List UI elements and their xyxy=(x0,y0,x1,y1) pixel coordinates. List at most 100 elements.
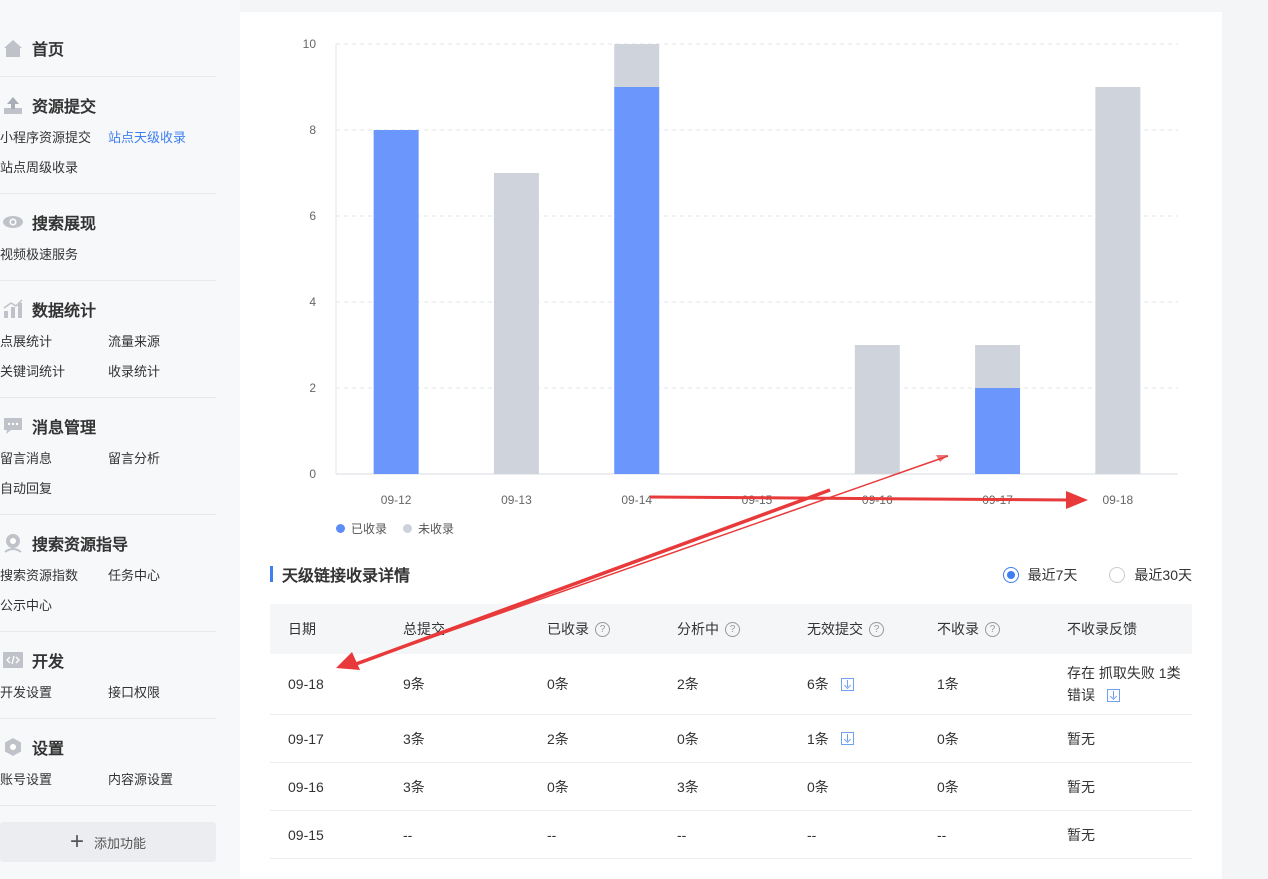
code-icon xyxy=(2,650,24,670)
column-header: 不收录反馈 xyxy=(1049,618,1192,640)
range-option-label: 最近30天 xyxy=(1134,567,1192,583)
help-icon[interactable]: ? xyxy=(869,621,884,637)
sidebar-link[interactable]: 公示中心 xyxy=(0,597,108,627)
sidebar-section-title[interactable]: 资源提交 xyxy=(0,93,216,117)
radio-circle[interactable] xyxy=(1002,567,1019,583)
sidebar-link[interactable]: 小程序资源提交 xyxy=(0,129,108,159)
column-header: 无效提交? xyxy=(789,619,919,639)
table-cell-indexed: 0条 xyxy=(529,777,659,797)
sidebar-link[interactable]: 留言分析 xyxy=(108,450,216,480)
cell-value: 1条 xyxy=(807,730,829,747)
sidebar-section-label: 首页 xyxy=(32,42,65,59)
sidebar-section-title[interactable]: 搜索展现 xyxy=(0,210,216,234)
column-header: 日期 xyxy=(270,619,385,639)
cell-value: 3条 xyxy=(677,778,699,795)
sidebar-links: 点展统计 流量来源 关键词统计 收录统计 xyxy=(0,333,216,393)
table-cell-total: 9条 xyxy=(385,674,529,694)
table-cell-analyzing: 2条 xyxy=(659,674,789,694)
bar-未收录 xyxy=(975,345,1021,388)
column-header-label: 总提交 xyxy=(403,621,445,637)
inclusion-chart: 0 2 4 6 8 10 09-12 09-13 09-14 09-15 09-16 09-17 09-… xyxy=(303,37,1178,507)
legend-item[interactable]: 已收录 xyxy=(336,520,387,537)
column-header-label: 已收录 xyxy=(547,621,589,637)
range-option-0[interactable]: 最近7天 xyxy=(1002,565,1078,585)
cell-value: 2条 xyxy=(677,676,699,692)
sidebar-section-title[interactable]: 消息管理 xyxy=(0,414,216,438)
main-panel: 0 2 4 6 8 10 09-12 09-13 09-14 09-15 09-16 09-17 09-… xyxy=(240,12,1222,879)
radio-circle[interactable] xyxy=(1109,567,1126,583)
help-icon[interactable]: ? xyxy=(725,621,740,637)
sidebar-link[interactable]: 留言消息 xyxy=(0,450,108,480)
y-tick-label: 4 xyxy=(309,295,316,309)
legend-item[interactable]: 未收录 xyxy=(403,520,454,537)
section-title: 天级链接收录详情 xyxy=(270,565,411,585)
sidebar-link[interactable]: 关键词统计 xyxy=(0,363,108,393)
bar-未收录 xyxy=(854,345,900,474)
cell-value: -- xyxy=(807,826,817,843)
sidebar-section-label: 搜索资源指导 xyxy=(32,537,129,554)
table-header: 日期 总提交 已收录? 分析中? 无效提交? 不收录? 不收录反馈 xyxy=(270,604,1192,654)
table-cell-total: -- xyxy=(385,827,529,843)
add-feature-button[interactable]: + 添加功能 xyxy=(0,822,216,862)
sidebar-section-title[interactable]: 设置 xyxy=(0,735,216,759)
y-tick-label: 6 xyxy=(309,209,316,223)
download-icon[interactable] xyxy=(1107,689,1120,702)
sidebar-section-6: 开发开发设置 接口权限 xyxy=(0,648,216,714)
sidebar-link[interactable]: 开发设置 xyxy=(0,684,108,714)
column-header-label: 日期 xyxy=(288,621,316,637)
sidebar-link[interactable]: 点展统计 xyxy=(0,333,108,363)
upload-icon xyxy=(2,95,24,115)
stats-icon xyxy=(2,299,24,319)
sidebar-section-1: 资源提交小程序资源提交 站点天级收录 站点周级收录 xyxy=(0,93,216,189)
table-cell-analyzing: 3条 xyxy=(659,777,789,797)
sidebar-link[interactable]: 收录统计 xyxy=(108,363,216,393)
help-icon[interactable]: ? xyxy=(985,621,1000,637)
sidebar-link[interactable]: 站点周级收录 xyxy=(0,159,108,189)
legend-dot xyxy=(336,524,345,533)
sidebar-link[interactable]: 视频极速服务 xyxy=(0,246,108,276)
help-icon[interactable]: ? xyxy=(595,621,610,637)
sidebar-link[interactable]: 内容源设置 xyxy=(108,771,216,801)
table-cell-not_indexed: 0条 xyxy=(919,729,1049,749)
table-cell-feedback: 暂无 xyxy=(1049,728,1192,750)
sidebar-divider xyxy=(0,397,216,398)
range-option-label: 最近7天 xyxy=(1027,567,1078,583)
sidebar-section-3: 数据统计点展统计 流量来源 关键词统计 收录统计 xyxy=(0,297,216,393)
sidebar-divider xyxy=(0,280,216,281)
range-option-1[interactable]: 最近30天 xyxy=(1109,565,1192,585)
sidebar-link[interactable]: 自动回复 xyxy=(0,480,108,510)
sidebar-section-title[interactable]: 首页 xyxy=(0,36,216,60)
cell-value: -- xyxy=(547,826,557,843)
table-cell-not_indexed: -- xyxy=(919,827,1049,843)
sidebar-link[interactable]: 账号设置 xyxy=(0,771,108,801)
sidebar-section-title[interactable]: 数据统计 xyxy=(0,297,216,321)
home-icon xyxy=(2,38,24,58)
sidebar-section-2: 搜索展现视频极速服务 xyxy=(0,210,216,276)
cell-value: 0条 xyxy=(807,778,829,795)
sidebar-section-title[interactable]: 开发 xyxy=(0,648,216,672)
table-cell-date: 09-16 xyxy=(270,779,385,795)
settings-icon xyxy=(2,737,24,757)
sidebar-link[interactable]: 接口权限 xyxy=(108,684,216,714)
download-icon[interactable] xyxy=(840,677,854,691)
sidebar-section-title[interactable]: 搜索资源指导 xyxy=(0,531,216,555)
download-icon[interactable] xyxy=(840,732,854,745)
sidebar-section-5: 搜索资源指导搜索资源指数 任务中心 公示中心 xyxy=(0,531,216,627)
sidebar-link[interactable]: 流量来源 xyxy=(108,333,216,363)
table-cell-total: 3条 xyxy=(385,777,529,797)
bar-已收录 xyxy=(373,130,419,474)
sidebar-link[interactable]: 搜索资源指数 xyxy=(0,567,108,597)
sidebar-links: 账号设置 内容源设置 xyxy=(0,771,216,801)
bar-已收录 xyxy=(614,87,660,474)
section-title-text: 天级链接收录详情 xyxy=(282,568,411,585)
cell-value: 9条 xyxy=(403,676,425,692)
cell-value: 1条 xyxy=(937,676,959,692)
sidebar: 首页资源提交小程序资源提交 站点天级收录 站点周级收录搜索展现视频极速服务数据统计点… xyxy=(0,0,240,879)
legend-label: 未收录 xyxy=(418,522,455,536)
table-cell-invalid: 1条 xyxy=(789,729,919,749)
table-cell-indexed: 0条 xyxy=(529,674,659,694)
sidebar-link[interactable]: 任务中心 xyxy=(108,567,216,597)
legend-label: 已收录 xyxy=(351,522,388,536)
sidebar-link[interactable]: 站点天级收录 xyxy=(108,129,216,159)
sidebar-section-7: 设置账号设置 内容源设置 xyxy=(0,735,216,801)
